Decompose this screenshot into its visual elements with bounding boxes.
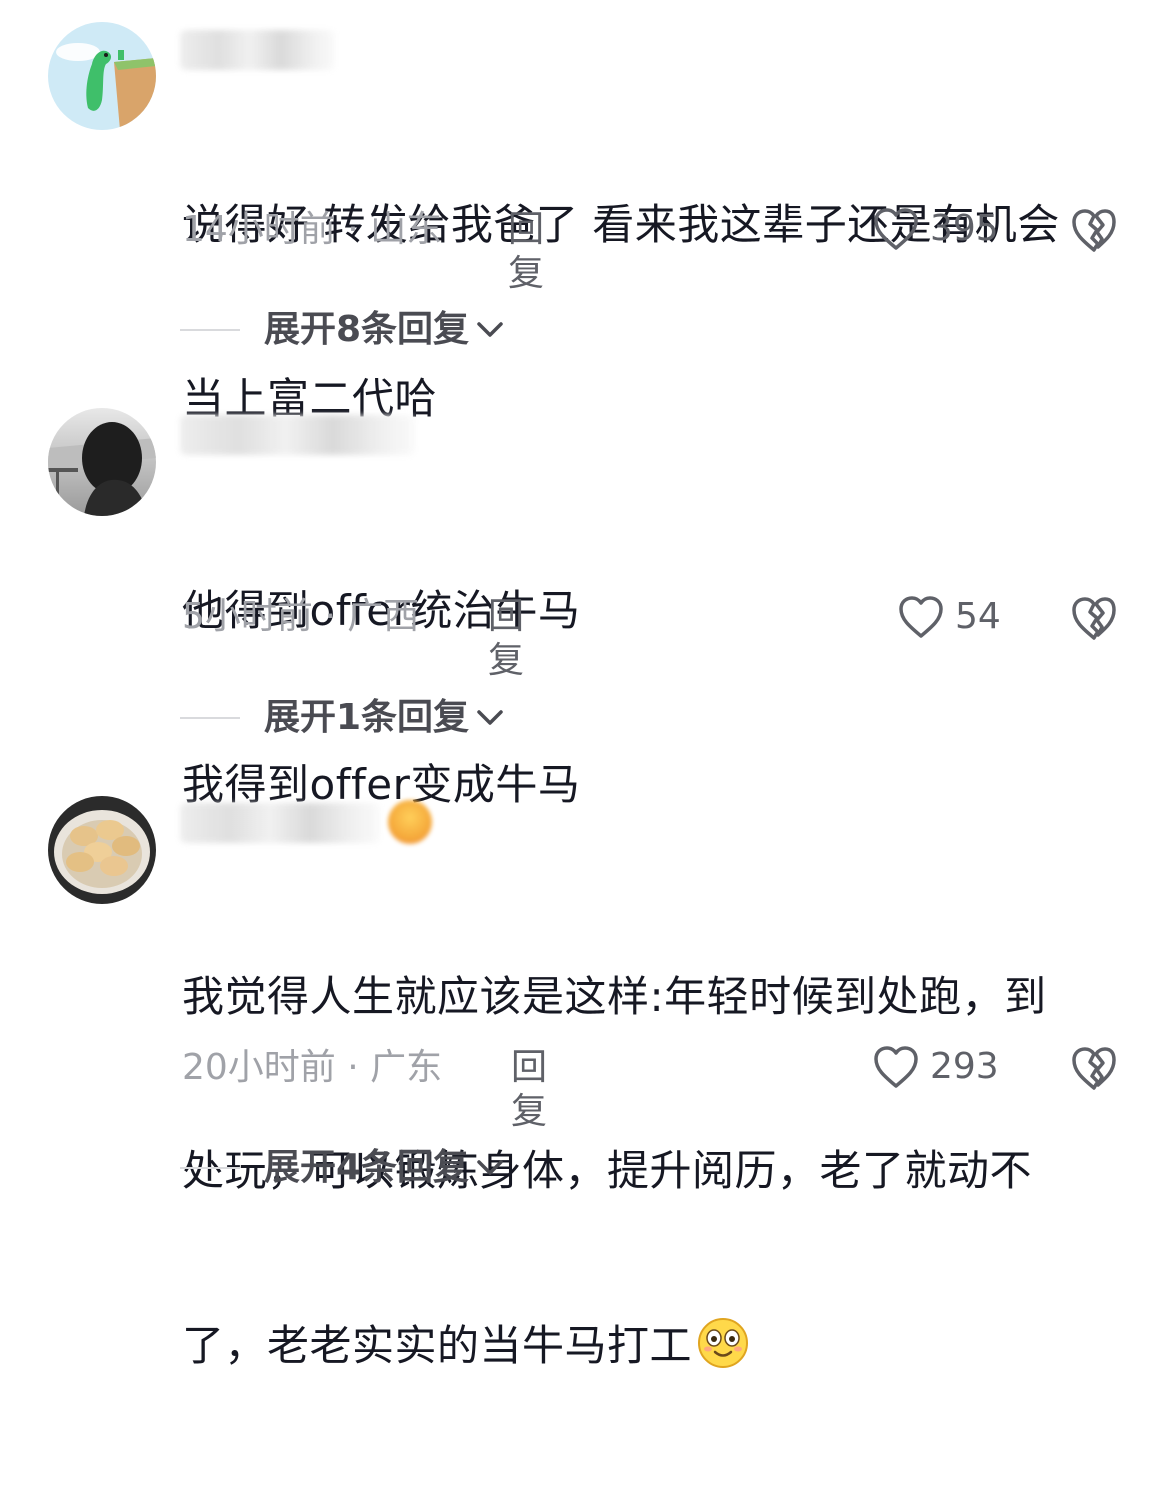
heart-outline-icon <box>874 1046 918 1088</box>
heart-outline-icon <box>899 596 943 638</box>
broken-heart-icon <box>1072 209 1116 252</box>
broken-heart-icon <box>1072 1047 1116 1090</box>
username-emoji-blurred <box>388 800 432 844</box>
comment-time: 14小时前 <box>182 209 336 250</box>
expand-replies-label: 展开4条回复 <box>264 1147 470 1188</box>
meta-separator: · <box>335 1047 371 1088</box>
like-button[interactable]: 54 <box>897 594 1001 640</box>
reply-button[interactable]: 回复 <box>508 208 544 296</box>
meta-separator: · <box>312 596 348 637</box>
broken-heart-icon <box>1072 597 1116 640</box>
comment-time: 5小时前 <box>182 596 313 637</box>
comment-meta: 14小时前 · 山东 回复 <box>182 208 544 294</box>
dislike-button[interactable] <box>1070 206 1118 254</box>
expand-replies[interactable]: 展开1条回复 <box>180 696 505 740</box>
expand-replies[interactable]: 展开4条回复 <box>180 1146 505 1190</box>
comment-location: 广西 <box>347 596 420 637</box>
reply-button[interactable]: 回复 <box>511 1046 547 1134</box>
avatar[interactable] <box>48 408 156 516</box>
meta-separator: · <box>335 209 371 250</box>
divider-line <box>180 329 240 331</box>
girl-photo-avatar-image <box>48 408 156 516</box>
avatar[interactable] <box>48 796 156 904</box>
like-button[interactable]: 395 <box>872 206 999 252</box>
avatar[interactable] <box>48 22 156 130</box>
chevron-down-icon <box>477 1160 503 1175</box>
dislike-button[interactable] <box>1070 594 1118 642</box>
heart-outline-icon <box>874 208 918 250</box>
like-count: 54 <box>955 596 1001 637</box>
expand-replies-label: 展开8条回复 <box>264 309 470 350</box>
expand-replies[interactable]: 展开8条回复 <box>180 308 505 352</box>
like-count: 395 <box>930 208 999 249</box>
comment-text-line: 了，老老实实的当牛马打工 <box>182 1321 693 1370</box>
comment-time: 20小时前 <box>182 1047 336 1088</box>
like-count: 293 <box>930 1046 999 1087</box>
dinosaur-avatar-image <box>48 22 156 130</box>
comment-location: 广东 <box>370 1047 443 1088</box>
comment-text-line: 我觉得人生就应该是这样:年轻时候到处跑，到 <box>182 972 1047 1021</box>
username-blurred[interactable] <box>180 415 415 455</box>
username-blurred[interactable] <box>180 30 335 70</box>
comment-meta: 20小时前 · 广东 回复 <box>182 1046 547 1132</box>
divider-line <box>180 717 240 719</box>
dislike-button[interactable] <box>1070 1044 1118 1092</box>
comment-location: 山东 <box>370 209 443 250</box>
comment-text-line-with-emoji: 了，老老实实的当牛马打工 <box>182 1316 1047 1375</box>
username-blurred[interactable] <box>180 803 380 843</box>
comment-meta: 5小时前 · 广西 回复 <box>182 595 524 681</box>
chevron-down-icon <box>477 322 503 337</box>
divider-line <box>180 1167 240 1169</box>
expand-replies-label: 展开1条回复 <box>264 697 470 738</box>
reply-button[interactable]: 回复 <box>488 595 524 683</box>
chevron-down-icon <box>477 710 503 725</box>
like-button[interactable]: 293 <box>872 1044 999 1090</box>
buns-avatar-image <box>48 796 156 904</box>
smiling-face-emoji <box>698 1318 749 1368</box>
